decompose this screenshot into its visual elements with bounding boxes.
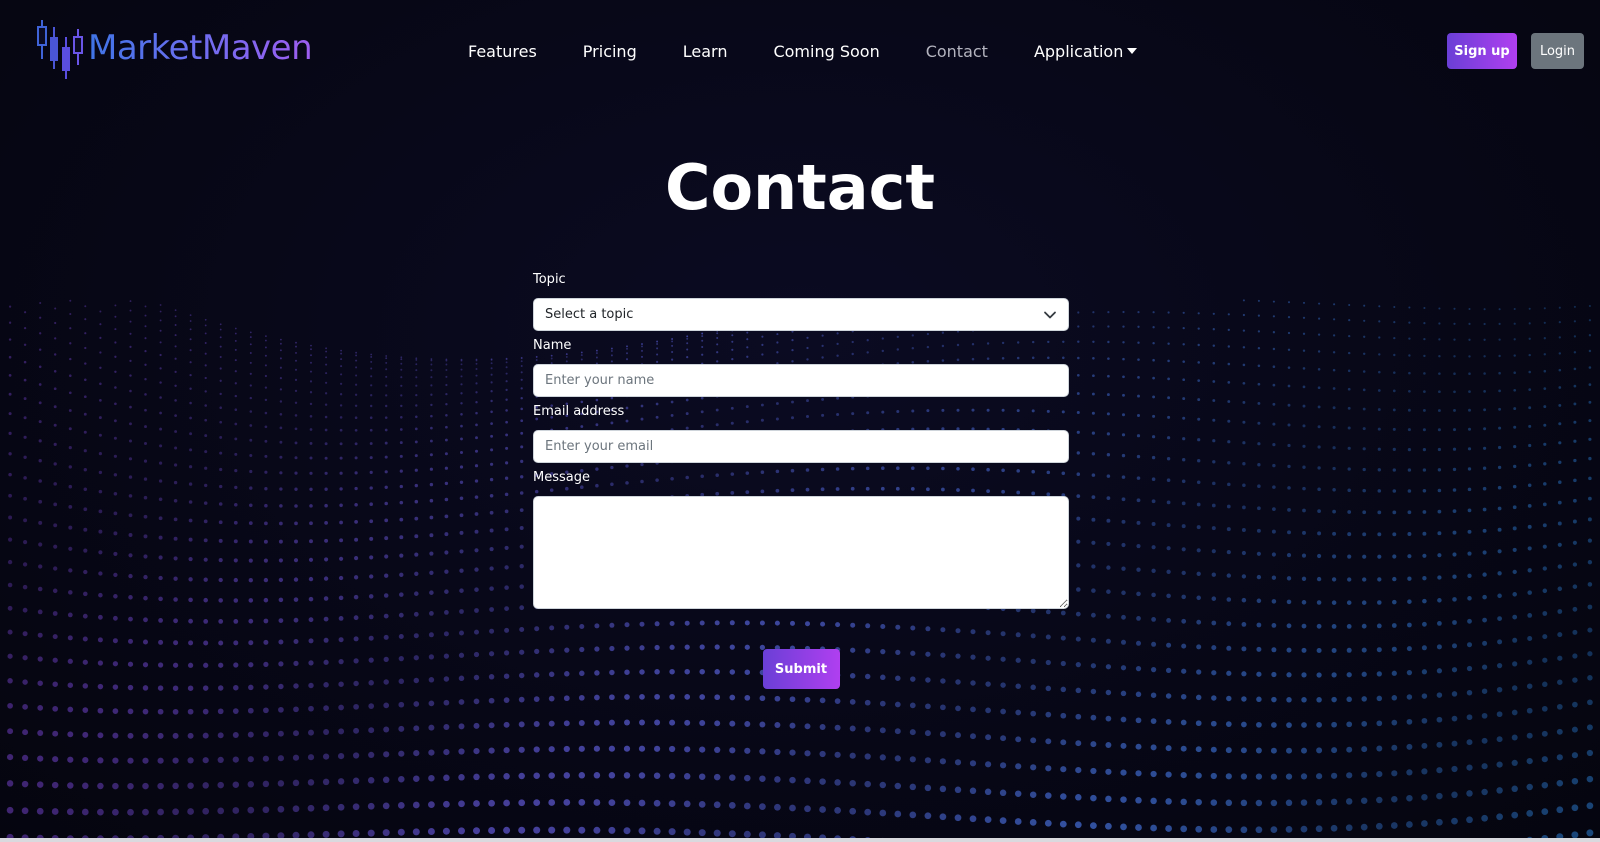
nav-item-application-label: Application: [1033, 42, 1124, 61]
message-label: Message: [533, 470, 590, 485]
nav-item-learn[interactable]: Learn: [660, 36, 751, 68]
brand-name: MarketMaven: [88, 17, 313, 79]
name-input[interactable]: [533, 364, 1069, 397]
contact-form: Topic Select a topic Name Email address …: [533, 268, 1069, 689]
email-input[interactable]: [533, 430, 1069, 463]
nav-item-features[interactable]: Features: [445, 36, 560, 68]
chevron-down-icon: [1044, 311, 1056, 319]
navbar: MarketMaven Features Pricing Learn Comin…: [0, 0, 1600, 100]
nav-item-coming-soon[interactable]: Coming Soon: [750, 36, 902, 68]
name-label: Name: [533, 338, 572, 353]
submit-button[interactable]: Submit: [762, 649, 840, 689]
main-nav: Features Pricing Learn Coming Soon Conta…: [445, 36, 1160, 68]
nav-item-application-dropdown[interactable]: Application: [1011, 36, 1160, 68]
page-title: Contact: [664, 151, 936, 224]
login-button[interactable]: Login: [1531, 33, 1584, 69]
topic-select[interactable]: Select a topic: [533, 298, 1069, 331]
signup-button[interactable]: Sign up: [1447, 33, 1517, 69]
brand-link[interactable]: MarketMaven: [36, 17, 313, 79]
topic-label: Topic: [533, 272, 566, 287]
topic-select-value: Select a topic: [545, 307, 634, 322]
candlestick-chart-icon: [37, 20, 83, 79]
email-label: Email address: [533, 404, 625, 419]
contact-page: MarketMaven Features Pricing Learn Comin…: [0, 0, 1600, 842]
nav-item-contact[interactable]: Contact: [903, 36, 1011, 68]
message-textarea[interactable]: [533, 496, 1069, 609]
bottom-divider: [0, 838, 1600, 842]
nav-item-pricing[interactable]: Pricing: [560, 36, 660, 68]
caret-down-icon: [1127, 48, 1138, 54]
